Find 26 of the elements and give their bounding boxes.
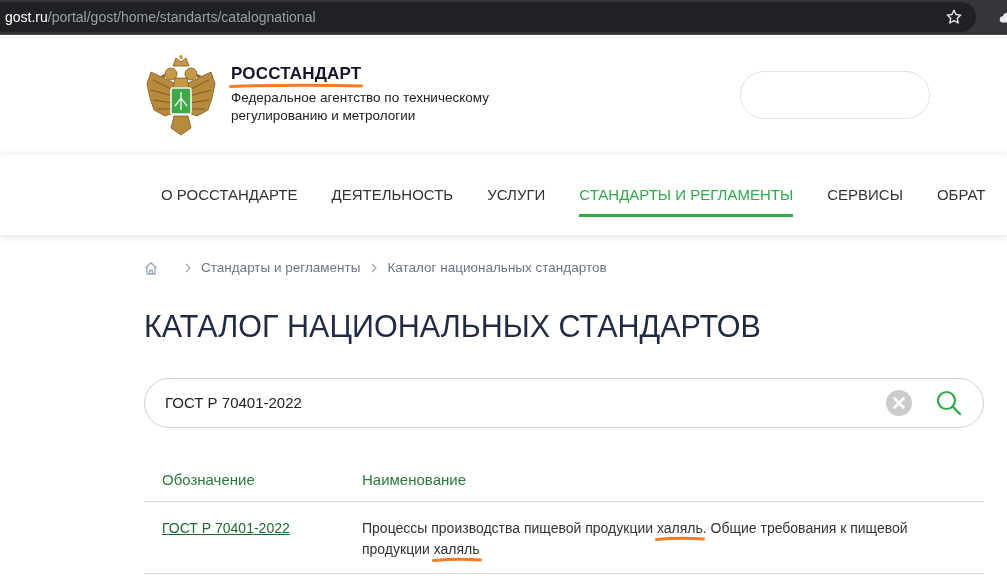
breadcrumb-link[interactable]: Каталог национальных стандартов (387, 257, 607, 279)
standard-code-link[interactable]: ГОСТ Р 70401-2022 (162, 520, 290, 537)
nav-link[interactable]: УСЛУГИ (487, 173, 546, 217)
address-bar[interactable]: gost.ru/portal/gost/home/standarts/catalognational (0, 2, 976, 32)
bookmark-star-icon[interactable] (946, 9, 962, 25)
home-icon[interactable] (144, 261, 158, 275)
url-text: gost.ru/portal/gost/home/standarts/catalognational (5, 7, 316, 27)
header-search-field[interactable] (740, 71, 930, 119)
agency-subtitle: Федеральное агентство по техническому регулированию и метрологии (231, 89, 490, 125)
search-icon[interactable] (936, 389, 962, 416)
chevron-right-icon (185, 263, 191, 273)
nav-link[interactable]: О РОССТАНДАРТЕ (161, 173, 298, 217)
standard-title-text: Процессы производства пищевой продукции халяль. Общие требования к пищевой продукции халяль (344, 501, 984, 574)
page-title: КАТАЛОГ НАЦИОНАЛЬНЫХ СТАНДАРТОВ (144, 308, 762, 345)
search-field[interactable]: ГОСТ Р 70401-2022 (144, 377, 984, 428)
brand-name[interactable]: РОССТАНДАРТ (231, 63, 521, 85)
nav-link[interactable]: СЕРВИСЫ (827, 173, 903, 217)
column-header: Обозначение (144, 468, 344, 502)
cloud-icon[interactable] (999, 10, 1007, 24)
chevron-right-icon (371, 263, 378, 273)
eagle-emblem-logo[interactable] (145, 54, 217, 136)
clear-icon[interactable] (886, 389, 912, 416)
nav-link[interactable]: ДЕЯТЕЛЬНОСТЬ (331, 173, 454, 217)
column-header: Наименование (344, 468, 984, 502)
nav-link[interactable]: ОБРАТ (936, 173, 986, 217)
breadcrumb-link[interactable]: Стандарты и регламенты (201, 257, 361, 279)
